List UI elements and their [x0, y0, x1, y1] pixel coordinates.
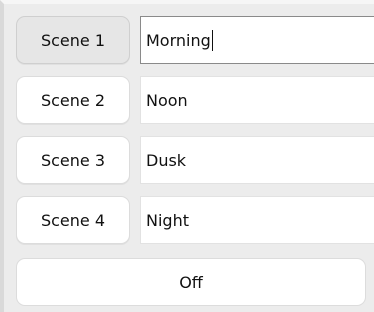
scene-4-name-input[interactable]: Night: [140, 196, 374, 244]
text-caret: [211, 29, 213, 51]
scene-1-button[interactable]: Scene 1: [16, 16, 130, 64]
scene-3-button[interactable]: Scene 3: [16, 136, 130, 184]
scene-panel: Scene 1 Morning Scene 2 Noon Scene 3 Dus…: [0, 0, 374, 312]
scene-2-name-value: Noon: [146, 90, 188, 110]
scene-1-name-value: Morning: [146, 30, 211, 50]
scene-4-button-label: Scene 4: [40, 210, 106, 230]
scene-2-button-label: Scene 2: [40, 90, 106, 110]
scene-2-name-input[interactable]: Noon: [140, 76, 374, 124]
scene-4-button[interactable]: Scene 4: [16, 196, 130, 244]
scene-row-3: Scene 3 Dusk: [16, 136, 374, 186]
scene-row-2: Scene 2 Noon: [16, 76, 374, 126]
scene-1-button-label: Scene 1: [40, 30, 106, 50]
scene-3-button-label: Scene 3: [40, 150, 106, 170]
scene-3-name-input[interactable]: Dusk: [140, 136, 374, 184]
scene-1-name-input[interactable]: Morning: [140, 16, 374, 64]
scene-2-button[interactable]: Scene 2: [16, 76, 130, 124]
scene-3-name-value: Dusk: [146, 150, 187, 170]
off-button-label: Off: [179, 272, 203, 292]
off-button[interactable]: Off: [16, 258, 366, 306]
scene-row-1: Scene 1 Morning: [16, 16, 374, 66]
scene-4-name-value: Night: [146, 210, 189, 230]
scene-row-4: Scene 4 Night: [16, 196, 374, 246]
